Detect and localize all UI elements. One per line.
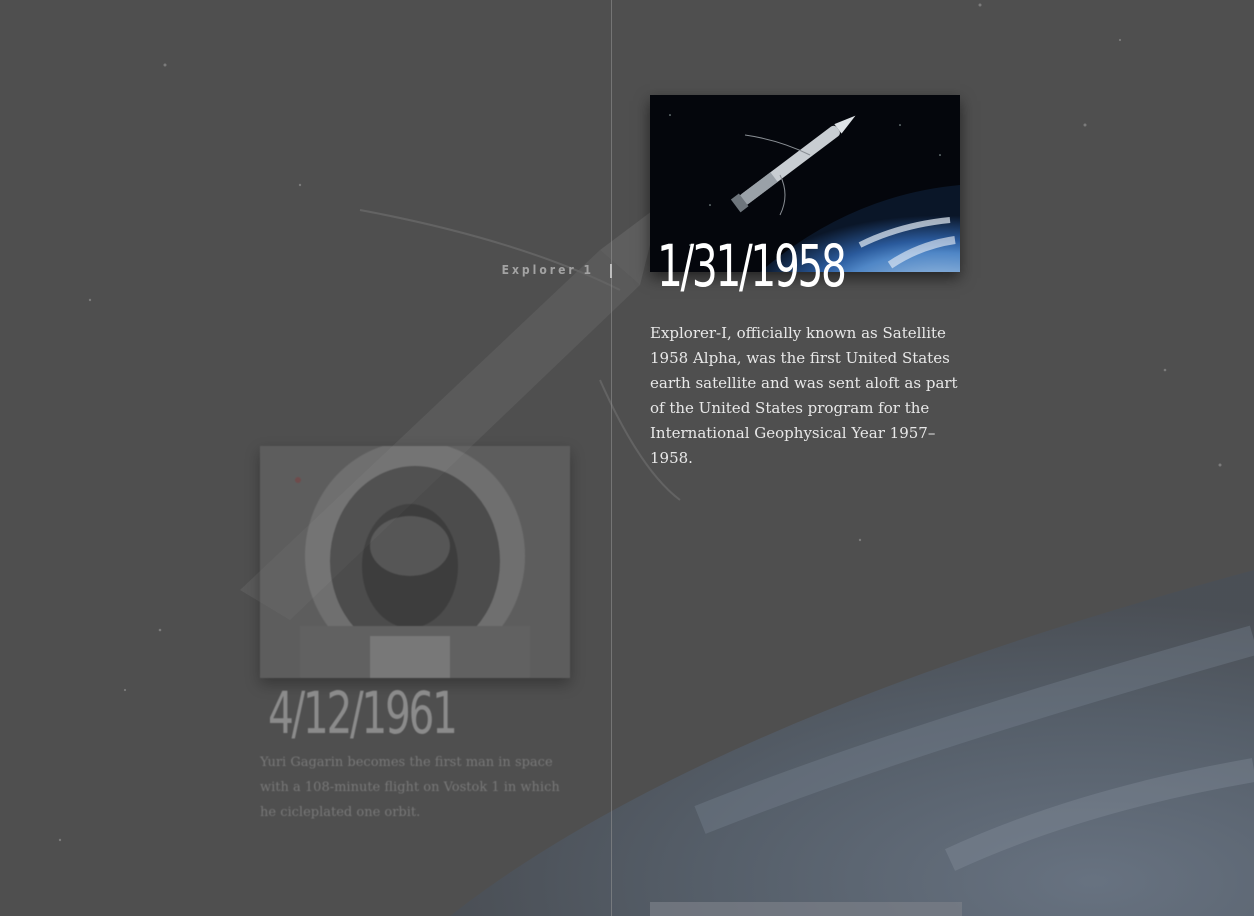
timeline-nav-label[interactable]: Explorer 1 <box>470 263 594 277</box>
event-date: 4/12/1961 <box>268 679 458 747</box>
background-space-scene <box>0 0 1254 916</box>
timeline-event-faded[interactable]: 4/12/1961 Yuri Gagarin becomes the first… <box>260 446 572 820</box>
timeline-event-active: 1/31/1958 Explorer-I, officially known a… <box>650 95 962 467</box>
next-event-photo-peek[interactable] <box>650 902 962 916</box>
event-description: Explorer-I, officially known as Satellit… <box>650 324 958 467</box>
timeline-line <box>611 0 612 916</box>
timeline-nav-tick <box>610 264 612 278</box>
event-description: Yuri Gagarin becomes the first man in sp… <box>260 755 560 820</box>
yuri-gagarin-photo <box>260 446 570 678</box>
event-date: 1/31/1958 <box>657 232 847 300</box>
